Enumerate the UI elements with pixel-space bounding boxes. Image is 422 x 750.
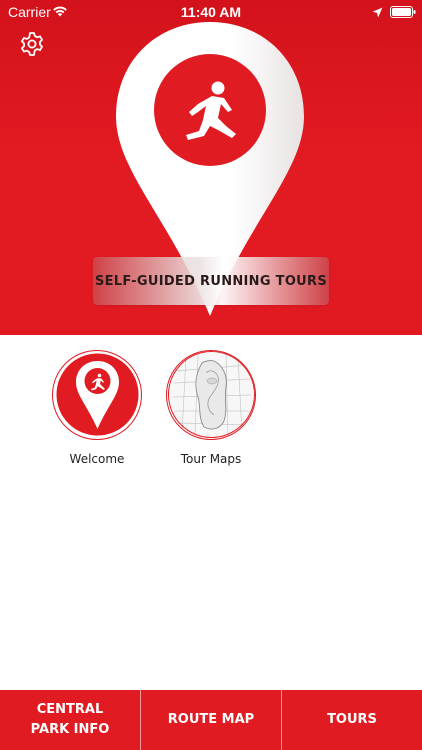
page-title: SELF-GUIDED RUNNING TOURS xyxy=(94,273,328,289)
tour-maps-label: Tour Maps xyxy=(180,452,242,466)
tab-central-park-info[interactable]: CENTRAL PARK INFO xyxy=(0,690,141,750)
welcome-tile[interactable]: Welcome xyxy=(42,350,152,466)
bottom-tab-bar: CENTRAL PARK INFO ROUTE MAP TOURS xyxy=(0,690,422,750)
welcome-label: Welcome xyxy=(69,452,125,466)
gear-icon[interactable] xyxy=(18,30,46,58)
title-banner: SELF-GUIDED RUNNING TOURS xyxy=(93,257,329,305)
battery-icon xyxy=(390,5,416,21)
tab-route-map[interactable]: ROUTE MAP xyxy=(141,690,282,750)
hero-header: Carrier 11:40 AM SELF-GUIDED RUNNING TOU… xyxy=(0,0,422,335)
runner-pin-icon xyxy=(52,350,142,440)
map-thumbnail-icon xyxy=(166,350,256,440)
tab-tours[interactable]: TOURS xyxy=(282,690,422,750)
tour-maps-tile[interactable]: Tour Maps xyxy=(156,350,266,466)
location-arrow-icon xyxy=(372,5,383,21)
status-time: 11:40 AM xyxy=(180,4,242,20)
